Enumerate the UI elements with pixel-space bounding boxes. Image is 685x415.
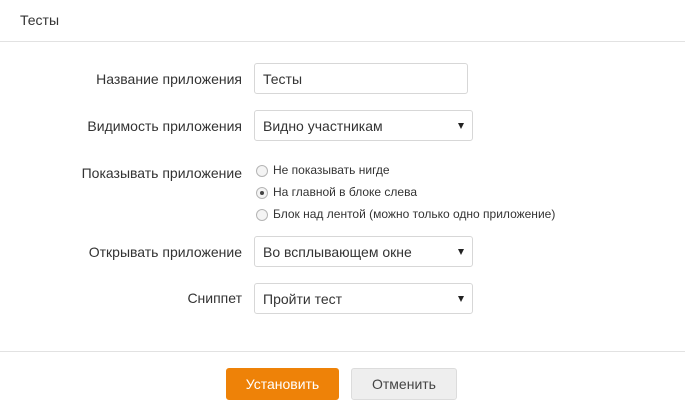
snippet-label: Сниппет <box>187 290 242 306</box>
footer-divider <box>0 351 685 352</box>
open-app-label: Открывать приложение <box>88 244 242 260</box>
radio-label: На главной в блоке слева <box>273 185 418 199</box>
radio-label: Блок над лентой (можно только одно прило… <box>273 207 556 221</box>
dialog-title: Тесты <box>20 12 60 28</box>
visibility-select-value: Видно участникам <box>263 118 383 134</box>
dropdown-arrow-icon <box>458 123 464 129</box>
show-app-label: Показывать приложение <box>81 165 242 181</box>
cancel-button[interactable]: Отменить <box>351 368 457 400</box>
dropdown-arrow-icon <box>458 249 464 255</box>
radio-button-icon <box>256 165 268 177</box>
snippet-select[interactable]: Пройти тест <box>254 283 473 314</box>
radio-button-selected-icon <box>256 187 268 199</box>
visibility-label: Видимость приложения <box>87 118 242 134</box>
radio-dot-icon <box>260 191 264 195</box>
app-name-label: Название приложения <box>96 71 242 87</box>
app-name-input[interactable] <box>254 63 468 94</box>
dialog-header: Тесты <box>0 0 685 42</box>
visibility-select[interactable]: Видно участникам <box>254 110 473 141</box>
open-mode-select[interactable]: Во всплывающем окне <box>254 236 473 267</box>
radio-button-icon <box>256 209 268 221</box>
dropdown-arrow-icon <box>458 296 464 302</box>
open-mode-select-value: Во всплывающем окне <box>263 244 412 260</box>
install-button[interactable]: Установить <box>226 368 339 400</box>
radio-label: Не показывать нигде <box>273 163 390 177</box>
snippet-select-value: Пройти тест <box>263 291 343 307</box>
